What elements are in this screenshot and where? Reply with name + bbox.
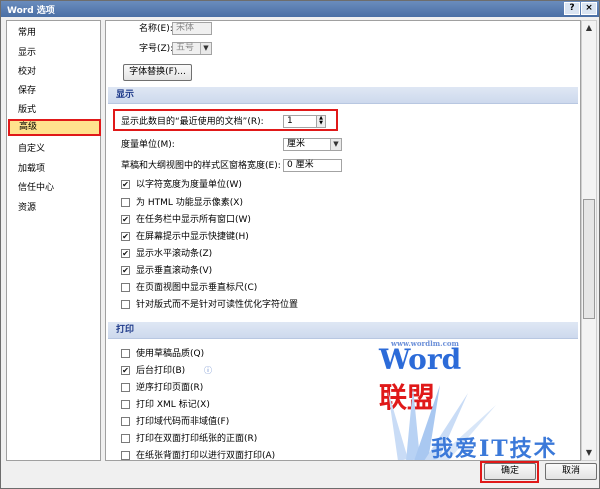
section-print-header: 打印 [108, 322, 578, 339]
checkbox-label: 在任务栏中显示所有窗口(W) [136, 215, 251, 225]
title-bar: Word 选项 ? × [1, 1, 599, 17]
checkbox-label: 在页面视图中显示垂直标尺(C) [136, 283, 258, 293]
checkbox-char-width[interactable]: ✔ [121, 180, 130, 189]
checkbox-label: 使用草稿品质(Q) [136, 349, 205, 359]
window-title: Word 选项 [7, 6, 55, 16]
font-size-dropdown: 五号 ▼ [172, 42, 212, 55]
sidebar-item-advanced[interactable]: 高级 [8, 119, 101, 136]
checkbox-label: 在纸张背面打印以进行双面打印(A) [136, 451, 276, 461]
unit-dropdown[interactable]: 厘米 ▼ [283, 138, 342, 151]
checkbox-horizontal-scroll[interactable]: ✔ [121, 249, 130, 258]
style-width-input[interactable]: 0 厘米 [283, 159, 342, 172]
scroll-thumb[interactable] [583, 199, 595, 319]
advanced-options-panel: 名称(E): 宋体 字号(Z): 五号 ▼ 字体替换(F)... 显示 显示此数… [105, 20, 581, 461]
style-width-value: 0 厘米 [287, 160, 314, 170]
font-name-field: 宋体 [172, 22, 212, 35]
checkbox-label: 打印在双面打印纸张的正面(R) [136, 434, 258, 444]
sidebar-item-resources[interactable]: 资源 [7, 200, 100, 217]
ok-highlight-box [480, 461, 539, 483]
watermark-logo-w: W [379, 343, 409, 376]
checkbox-label: 为 HTML 功能显示像素(X) [136, 198, 243, 208]
chevron-down-icon: ▼ [200, 43, 211, 54]
font-name-value: 宋体 [176, 23, 195, 33]
close-button[interactable]: × [581, 2, 597, 15]
checkbox-label: 以字符宽度为度量单位(W) [136, 180, 242, 190]
font-size-label: 字号(Z): [139, 44, 174, 54]
scroll-down-icon[interactable]: ▼ [583, 447, 595, 459]
checkbox-field-codes[interactable] [121, 417, 130, 426]
unit-value: 厘米 [287, 139, 306, 149]
style-width-label: 草稿和大纲视图中的样式区窗格宽度(E): [121, 161, 281, 171]
vertical-scrollbar[interactable]: ▲ ▼ [581, 20, 597, 461]
checkbox-label: 显示垂直滚动条(V) [136, 266, 213, 276]
section-display-header: 显示 [108, 87, 578, 104]
word-options-dialog: Word 选项 ? × 常用 显示 校对 保存 版式 高级 自定义 加载项 信任… [0, 0, 600, 489]
checkbox-label: 逆序打印页面(R) [136, 383, 204, 393]
checkbox-label: 针对版式而不是针对可读性优化字符位置 [136, 300, 299, 310]
checkbox-print-xml[interactable] [121, 400, 130, 409]
checkbox-label: 后台打印(B) [136, 366, 186, 376]
sidebar-item-layout[interactable]: 版式 [7, 102, 100, 119]
font-size-value: 五号 [176, 43, 195, 53]
checkbox-label: 打印域代码而非域值(F) [136, 417, 230, 427]
checkbox-label: 打印 XML 标记(X) [136, 400, 210, 410]
checkbox-html-pixels[interactable] [121, 198, 130, 207]
checkbox-duplex-back[interactable] [121, 451, 130, 460]
recent-docs-highlight-box [113, 109, 338, 131]
checkbox-background-print[interactable]: ✔ [121, 366, 130, 375]
cancel-button[interactable]: 取消 [545, 463, 597, 480]
checkbox-layout-optimize[interactable] [121, 300, 130, 309]
checkbox-vertical-ruler[interactable] [121, 283, 130, 292]
checkbox-reverse-order[interactable] [121, 383, 130, 392]
sidebar-item-display[interactable]: 显示 [7, 45, 100, 62]
watermark-logo-ord: ord [408, 343, 462, 376]
sidebar-item-proofing[interactable]: 校对 [7, 64, 100, 81]
sidebar-item-trust-center[interactable]: 信任中心 [7, 180, 100, 197]
checkbox-taskbar-windows[interactable]: ✔ [121, 215, 130, 224]
scroll-up-icon[interactable]: ▲ [583, 22, 595, 34]
info-icon: ⓘ [204, 366, 212, 375]
help-button[interactable]: ? [564, 2, 580, 15]
checkbox-vertical-scroll[interactable]: ✔ [121, 266, 130, 275]
unit-label: 度量单位(M): [121, 140, 175, 150]
checkbox-label: 在屏幕提示中显示快捷键(H) [136, 232, 249, 242]
font-name-label: 名称(E): [139, 24, 173, 34]
checkbox-duplex-front[interactable] [121, 434, 130, 443]
watermark-site-name: 我爱IT技术网 [431, 436, 558, 461]
sidebar-item-common[interactable]: 常用 [7, 25, 100, 42]
font-substitution-button[interactable]: 字体替换(F)... [123, 64, 192, 81]
sidebar-item-save[interactable]: 保存 [7, 83, 100, 100]
chevron-down-icon: ▼ [330, 139, 341, 150]
checkbox-label: 显示水平滚动条(Z) [136, 249, 213, 259]
checkbox-shortcut-tips[interactable]: ✔ [121, 232, 130, 241]
category-sidebar: 常用 显示 校对 保存 版式 高级 自定义 加载项 信任中心 资源 [6, 20, 101, 461]
sidebar-item-addins[interactable]: 加载项 [7, 161, 100, 178]
sidebar-item-customize[interactable]: 自定义 [7, 141, 100, 158]
checkbox-draft-quality[interactable] [121, 349, 130, 358]
